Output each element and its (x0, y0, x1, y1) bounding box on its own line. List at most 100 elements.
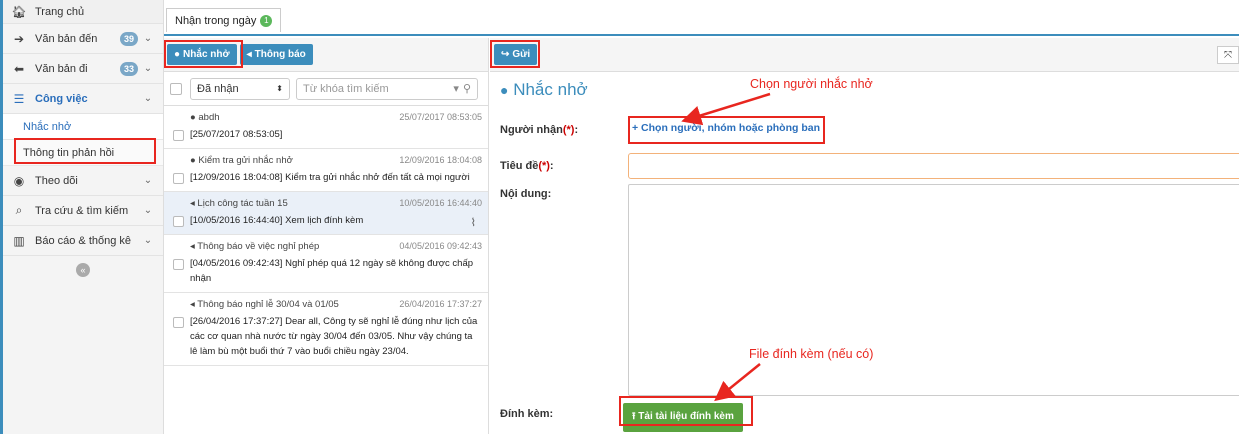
chevron-down-icon: ⌄ (143, 205, 153, 216)
expand-icon[interactable]: ⤧ (1217, 46, 1239, 64)
required-mark: (*) (538, 160, 550, 172)
eye-icon: ◉ (13, 173, 25, 188)
subject-input[interactable] (628, 153, 1239, 179)
comment-icon: ● (174, 49, 181, 60)
row-checkbox[interactable] (173, 216, 184, 227)
search-icon: ⌕ (15, 203, 23, 217)
message-title: ● Kiểm tra gửi nhắc nhở (190, 155, 293, 166)
tasks-icon: ☰ (13, 91, 25, 106)
sidebar-item-label: Tra cứu & tìm kiếm (35, 204, 129, 217)
sidebar-collapse-button[interactable]: « (3, 256, 163, 284)
sidebar-item-follow[interactable]: ◉ Theo dõi ⌄ (3, 166, 163, 196)
message-body: [10/05/2016 16:44:40] Xem lịch đính kèm (190, 215, 364, 226)
tab-label: Nhận trong ngày (175, 14, 257, 27)
chevron-down-icon: ⌄ (143, 93, 153, 104)
recipient-label: Người nhận(*): (500, 124, 579, 136)
status-select[interactable]: Đã nhận ⬍ (190, 77, 290, 100)
search-icon[interactable]: ⚲ (463, 82, 471, 95)
compose-form-panel: ↪ Gửi ⤧ ● Nhắc nhở Người nhận(*): + Chọn… (490, 38, 1239, 434)
sidebar-item-label: Theo dõi (35, 174, 78, 187)
caret-down-icon: ▾ (453, 83, 459, 95)
upload-button-label: Tải tài liệu đính kèm (638, 411, 734, 422)
select-all-checkbox[interactable] (170, 82, 182, 95)
updown-icon: ⬍ (276, 84, 283, 93)
message-list-panel: ● Nhắc nhở ◂ Thông báo Đã nhận ⬍ Từ khóa… (164, 38, 489, 434)
sidebar: 🏠︎ Trang chủ ➔ Văn bản đến 39 ⌄ ⬅ Văn bả… (0, 0, 164, 434)
form-title-text: Nhắc nhở (513, 80, 588, 99)
message-date: 04/05/2016 09:42:43 (399, 241, 482, 251)
message-date: 26/04/2016 17:37:27 (399, 299, 482, 309)
home-icon: 🏠︎ (11, 4, 27, 19)
sidebar-subitem-label: Thông tin phản hồi (23, 146, 115, 159)
list-item[interactable]: ◂ Thông báo nghỉ lễ 30/04 và 01/05 26/04/… (164, 293, 488, 366)
message-date: 25/07/2017 08:53:05 (399, 112, 482, 122)
share-icon: ↪ (501, 49, 510, 60)
tab-bar: Nhận trong ngày 1 (164, 0, 1239, 36)
notice-button-label: Thông báo (254, 49, 306, 60)
count-badge: 33 (119, 61, 138, 76)
list-item[interactable]: ● Kiểm tra gửi nhắc nhở 12/09/2016 18:04:… (164, 149, 488, 192)
chevron-down-icon: ⌄ (143, 235, 153, 246)
message-title: ◂ Lịch công tác tuần 15 (190, 198, 288, 209)
send-button[interactable]: ↪ Gửi (494, 44, 538, 65)
message-body: [26/04/2016 17:37:27] Dear all, Công ty … (190, 316, 478, 357)
list-item[interactable]: ● abdh 25/07/2017 08:53:05 [25/07/2017 08… (164, 106, 488, 149)
sidebar-item-reports[interactable]: ▥ Báo cáo & thống kê ⌄ (3, 226, 163, 256)
row-checkbox[interactable] (173, 173, 184, 184)
message-date: 10/05/2016 16:44:40 (399, 198, 482, 208)
row-checkbox[interactable] (173, 317, 184, 328)
list-item[interactable]: ◂ Thông báo về việc nghỉ phép 04/05/2016 … (164, 235, 488, 293)
sidebar-item-outgoing[interactable]: ⬅ Văn bản đi 33 ⌄ (3, 54, 163, 84)
filter-row: Đã nhận ⬍ Từ khóa tìm kiếm ▾ ⚲ (164, 72, 488, 106)
form-title: ● Nhắc nhở (500, 80, 588, 100)
upload-icon: ⭱ (632, 411, 636, 422)
sidebar-item-home[interactable]: 🏠︎ Trang chủ (3, 0, 163, 24)
reminder-button-label: Nhắc nhở (183, 49, 230, 60)
sidebar-subitem-reminder[interactable]: Nhắc nhở (3, 114, 163, 140)
sidebar-subitem-feedback[interactable]: Thông tin phản hồi (3, 140, 163, 166)
tab-received-today[interactable]: Nhận trong ngày 1 (166, 8, 282, 32)
chevron-down-icon: ⌄ (143, 175, 153, 186)
sidebar-item-tasks[interactable]: ☰ Công việc ⌄ (3, 84, 163, 114)
row-checkbox[interactable] (173, 130, 184, 141)
search-placeholder: Từ khóa tìm kiếm (303, 82, 389, 95)
sidebar-subitem-label: Nhắc nhở (23, 120, 72, 133)
message-title: ◂ Thông báo về việc nghỉ phép (190, 241, 320, 252)
chevron-down-icon: ⌄ (143, 63, 153, 74)
row-checkbox[interactable] (173, 259, 184, 270)
subject-label: Tiêu đề(*): (500, 160, 554, 172)
reminder-button[interactable]: ● Nhắc nhở (167, 44, 237, 65)
sidebar-item-label: Văn bản đi (35, 62, 88, 75)
sidebar-item-label: Trang chủ (35, 5, 85, 18)
notice-button[interactable]: ◂ Thông báo (239, 44, 313, 65)
sidebar-item-search[interactable]: ⌕ Tra cứu & tìm kiếm ⌄ (3, 196, 163, 226)
annotation-choose-recipient: Chọn người nhắc nhở (750, 77, 873, 91)
sidebar-item-incoming[interactable]: ➔ Văn bản đến 39 ⌄ (3, 24, 163, 54)
message-title: ◂ Thông báo nghỉ lễ 30/04 và 01/05 (190, 299, 339, 310)
status-select-value: Đã nhận (197, 82, 239, 95)
bar-chart-icon: ▥ (13, 233, 25, 248)
upload-attachment-button[interactable]: ⭱ Tải tài liệu đính kèm (623, 403, 743, 432)
double-chevron-left-icon: « (76, 263, 90, 277)
list-toolbar: ● Nhắc nhở ◂ Thông báo (164, 38, 488, 72)
search-input[interactable]: Từ khóa tìm kiếm ▾ ⚲ (296, 77, 478, 100)
message-title: ● abdh (190, 112, 220, 123)
required-mark: (*) (562, 124, 575, 136)
sidebar-item-label: Văn bản đến (35, 32, 98, 45)
bullhorn-icon: ◂ (246, 49, 252, 60)
paperclip-icon: ⌇ (470, 217, 476, 229)
attach-label: Đính kèm: (500, 408, 554, 420)
arrow-circle-right-icon: ➔ (13, 31, 25, 46)
list-item[interactable]: ◂ Lịch công tác tuần 15 10/05/2016 16:44:… (164, 192, 488, 235)
comment-icon: ● (500, 82, 509, 98)
message-body: [12/09/2016 18:04:08] Kiểm tra gửi nhắc … (190, 172, 470, 183)
content-textarea[interactable] (628, 184, 1239, 396)
sidebar-item-label: Báo cáo & thống kê (35, 234, 132, 247)
content-label: Nội dung: (500, 188, 552, 200)
choose-recipient-link[interactable]: + Chọn người, nhóm hoặc phòng ban (632, 122, 820, 134)
annotation-attachment: File đính kèm (nếu có) (749, 347, 874, 361)
chevron-down-icon: ⌄ (143, 33, 153, 44)
arrow-circle-left-icon: ⬅ (13, 61, 25, 76)
tab-count-badge: 1 (260, 14, 273, 27)
form-toolbar: ↪ Gửi ⤧ (490, 38, 1239, 72)
